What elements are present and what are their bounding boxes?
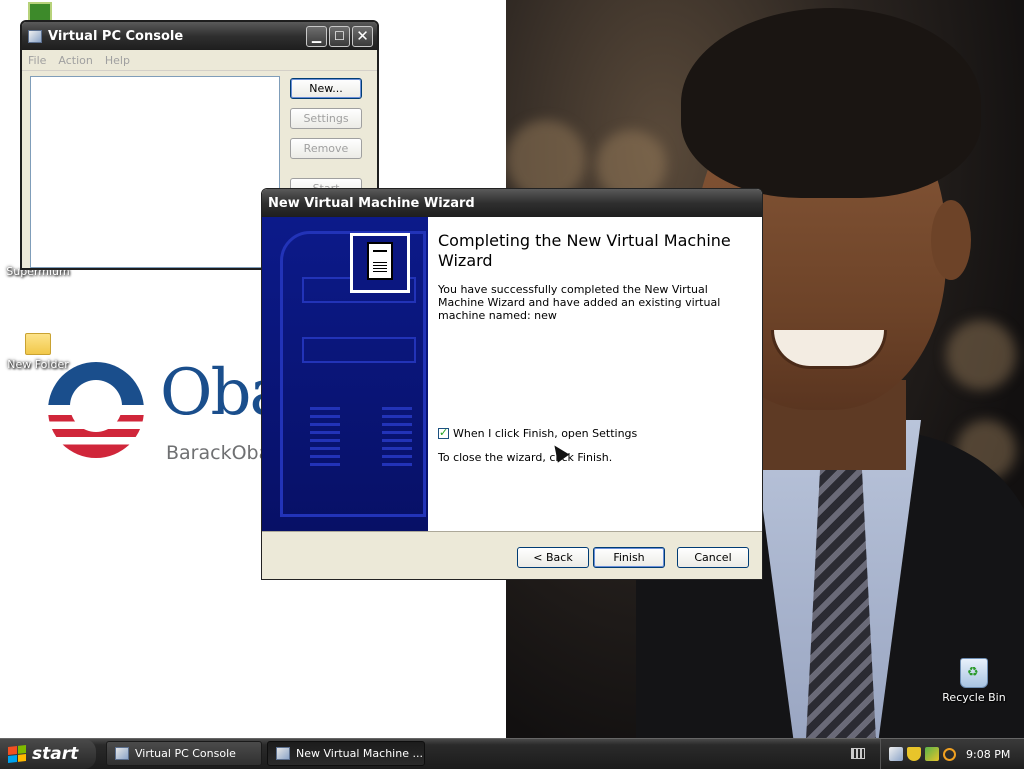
- open-settings-checkbox[interactable]: [438, 426, 449, 439]
- settings-button[interactable]: Settings: [290, 108, 362, 129]
- virtual-machine-list[interactable]: [30, 76, 280, 268]
- wizard-close-hint: To close the wizard, click Finish.: [438, 451, 613, 464]
- virtual-pc-app-icon: [115, 747, 129, 760]
- menu-help[interactable]: Help: [105, 54, 130, 67]
- security-shield-icon[interactable]: [907, 747, 921, 761]
- wizard-title: New Virtual Machine Wizard: [268, 195, 475, 211]
- new-vm-wizard-window[interactable]: New Virtual Machine Wizard Completing th…: [261, 188, 763, 580]
- back-button[interactable]: < Back: [517, 547, 589, 568]
- taskbar-item-label: Virtual PC Console: [135, 747, 236, 760]
- wizard-heading: Completing the New Virtual Machine Wizar…: [438, 231, 731, 270]
- clock-shortcut-icon: [28, 2, 52, 22]
- system-tray: 9:08 PM: [880, 739, 1024, 769]
- wizard-sidebar-graphic: [262, 217, 428, 531]
- close-button[interactable]: ✕: [352, 25, 373, 47]
- console-menubar: File Action Help: [22, 50, 377, 71]
- computer-tower-icon: [350, 233, 410, 293]
- network-icon[interactable]: [925, 747, 939, 761]
- folder-icon: [25, 333, 51, 355]
- windows-logo-icon: [8, 745, 26, 763]
- desktop-icon-new-folder[interactable]: New Folder: [2, 333, 74, 371]
- wizard-titlebar[interactable]: New Virtual Machine Wizard: [262, 189, 762, 217]
- maximize-icon: ☐: [334, 29, 345, 43]
- virtual-pc-app-icon: [28, 29, 42, 43]
- menu-file[interactable]: File: [28, 54, 46, 67]
- obama-logo-subtext: BarackOba: [166, 442, 271, 464]
- new-vm-button[interactable]: New...: [290, 78, 362, 99]
- remove-button[interactable]: Remove: [290, 138, 362, 159]
- virtual-pc-app-icon: [276, 747, 290, 760]
- finish-button[interactable]: Finish: [593, 547, 665, 568]
- maximize-button[interactable]: ☐: [329, 25, 350, 47]
- desktop-icon-label: New Folder: [7, 358, 69, 371]
- minimize-icon: ▁: [311, 29, 322, 43]
- clock[interactable]: 9:08 PM: [966, 748, 1010, 761]
- taskbar: start Virtual PC Console New Virtual Mac…: [0, 738, 1024, 769]
- open-settings-option[interactable]: When I click Finish, open Settings: [438, 426, 637, 440]
- start-label: start: [32, 744, 79, 764]
- taskbar-item-label: New Virtual Machine ...: [296, 747, 423, 760]
- open-settings-label[interactable]: When I click Finish, open Settings: [453, 427, 637, 440]
- start-button[interactable]: start: [0, 739, 96, 769]
- obama-campaign-logo: Oba BarackOba: [48, 356, 288, 472]
- desktop-icon-top[interactable]: [26, 2, 54, 22]
- minimize-button[interactable]: ▁: [306, 25, 327, 47]
- taskbar-item-wizard[interactable]: New Virtual Machine ...: [267, 741, 425, 766]
- menu-action[interactable]: Action: [58, 54, 92, 67]
- wizard-button-bar: < Back Finish Cancel: [262, 531, 762, 579]
- close-icon: ✕: [356, 26, 369, 45]
- wizard-content: Completing the New Virtual Machine Wizar…: [428, 217, 762, 531]
- console-title: Virtual PC Console: [48, 28, 184, 44]
- search-icon[interactable]: [943, 747, 956, 761]
- console-titlebar[interactable]: Virtual PC Console ▁ ☐ ✕: [22, 22, 377, 50]
- desktop-icon-label: Recycle Bin: [942, 691, 1006, 704]
- wizard-body-text: You have successfully completed the New …: [438, 283, 721, 322]
- obama-o-symbol: [48, 362, 144, 458]
- desktop-icon-recycle-bin[interactable]: ♻ Recycle Bin: [938, 658, 1010, 704]
- cancel-button[interactable]: Cancel: [677, 547, 749, 568]
- taskbar-item-console[interactable]: Virtual PC Console: [106, 741, 262, 766]
- recycle-bin-icon: ♻: [960, 658, 988, 688]
- virtual-pc-tray-icon[interactable]: [889, 747, 903, 761]
- language-bar-icon[interactable]: [851, 748, 865, 759]
